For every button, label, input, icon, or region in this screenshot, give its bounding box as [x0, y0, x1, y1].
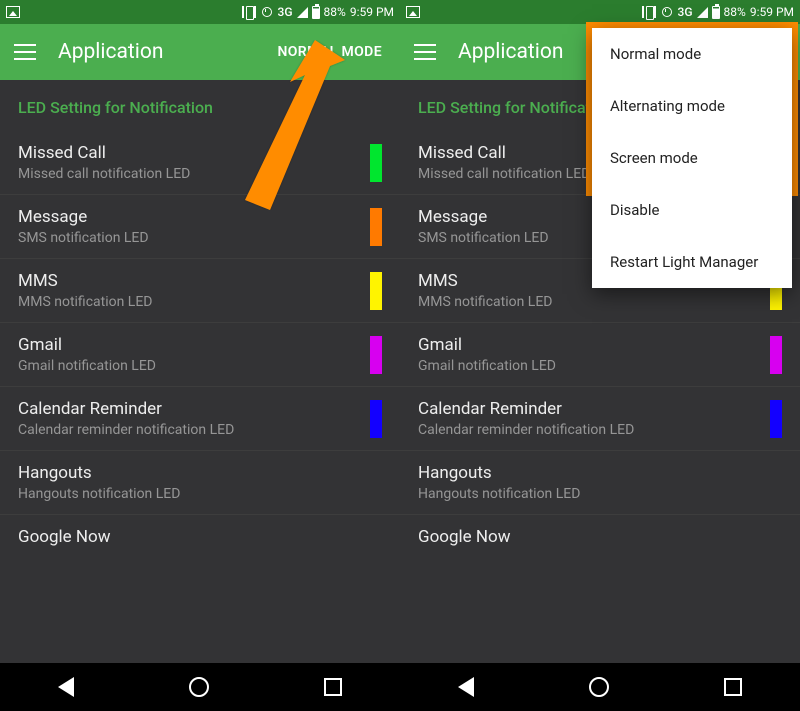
row-title: Missed Call	[18, 143, 362, 163]
nav-bar	[400, 663, 800, 711]
network-label: 3G	[278, 5, 293, 19]
clock-label: 9:59 PM	[750, 5, 794, 19]
nav-bar	[0, 663, 400, 711]
row-subtitle: Calendar reminder notification LED	[18, 422, 362, 438]
battery-icon	[312, 6, 320, 19]
menu-item-screen[interactable]: Screen mode	[592, 132, 792, 184]
row-subtitle: Missed call notification LED	[18, 166, 362, 182]
row-message[interactable]: Message SMS notification LED	[0, 195, 400, 259]
row-title: Gmail	[18, 335, 362, 355]
menu-item-alternating[interactable]: Alternating mode	[592, 80, 792, 132]
row-subtitle: Hangouts notification LED	[18, 486, 382, 502]
row-subtitle: Gmail notification LED	[418, 358, 762, 374]
row-calendar[interactable]: Calendar Reminder Calendar reminder noti…	[400, 387, 800, 451]
back-button[interactable]	[458, 677, 474, 697]
row-subtitle: SMS notification LED	[18, 230, 362, 246]
row-title: MMS	[18, 271, 362, 291]
menu-icon[interactable]	[414, 44, 436, 60]
row-title: Message	[18, 207, 362, 227]
app-title: Application	[58, 40, 277, 64]
settings-list[interactable]: LED Setting for Notification Missed Call…	[0, 80, 400, 663]
menu-item-normal[interactable]: Normal mode	[592, 28, 792, 80]
recent-button[interactable]	[724, 678, 742, 696]
color-swatch	[770, 336, 782, 374]
row-mms[interactable]: MMS MMS notification LED	[0, 259, 400, 323]
row-subtitle: MMS notification LED	[18, 294, 362, 310]
row-title: Hangouts	[18, 463, 382, 483]
home-button[interactable]	[189, 677, 209, 697]
color-swatch	[370, 400, 382, 438]
vibrate-icon	[642, 6, 656, 18]
row-calendar[interactable]: Calendar Reminder Calendar reminder noti…	[0, 387, 400, 451]
picture-icon	[6, 6, 20, 18]
row-title: Google Now	[418, 527, 782, 547]
battery-label: 88%	[324, 5, 346, 19]
menu-item-restart[interactable]: Restart Light Manager	[592, 236, 792, 288]
color-swatch	[370, 336, 382, 374]
row-title: Gmail	[418, 335, 762, 355]
row-gmail[interactable]: Gmail Gmail notification LED	[0, 323, 400, 387]
status-bar: 3G 88% 9:59 PM	[400, 0, 800, 24]
row-title: Hangouts	[418, 463, 782, 483]
alarm-icon	[660, 6, 674, 18]
recent-button[interactable]	[324, 678, 342, 696]
color-swatch	[370, 208, 382, 246]
row-hangouts[interactable]: Hangouts Hangouts notification LED	[400, 451, 800, 515]
row-google-now[interactable]: Google Now	[400, 515, 800, 562]
color-swatch	[370, 144, 382, 182]
network-label: 3G	[678, 5, 693, 19]
mode-button[interactable]: NORMAL MODE	[277, 44, 382, 60]
signal-icon	[297, 7, 308, 18]
row-title: Calendar Reminder	[418, 399, 762, 419]
row-subtitle: Gmail notification LED	[18, 358, 362, 374]
picture-icon	[406, 6, 420, 18]
menu-icon[interactable]	[14, 44, 36, 60]
phone-right: 3G 88% 9:59 PM Application X LED Setting…	[400, 0, 800, 711]
battery-label: 88%	[724, 5, 746, 19]
home-button[interactable]	[589, 677, 609, 697]
row-hangouts[interactable]: Hangouts Hangouts notification LED	[0, 451, 400, 515]
status-bar: 3G 88% 9:59 PM	[0, 0, 400, 24]
back-button[interactable]	[58, 677, 74, 697]
app-bar: Application NORMAL MODE	[0, 24, 400, 80]
menu-item-disable[interactable]: Disable	[592, 184, 792, 236]
color-swatch	[370, 272, 382, 310]
row-subtitle: Hangouts notification LED	[418, 486, 782, 502]
alarm-icon	[260, 6, 274, 18]
vibrate-icon	[242, 6, 256, 18]
section-header: LED Setting for Notification	[0, 80, 400, 131]
color-swatch	[770, 400, 782, 438]
clock-label: 9:59 PM	[350, 5, 394, 19]
row-title: Calendar Reminder	[18, 399, 362, 419]
phone-left: 3G 88% 9:59 PM Application NORMAL MODE L…	[0, 0, 400, 711]
row-gmail[interactable]: Gmail Gmail notification LED	[400, 323, 800, 387]
row-subtitle: Calendar reminder notification LED	[418, 422, 762, 438]
mode-menu: Normal mode Alternating mode Screen mode…	[592, 28, 792, 288]
battery-icon	[712, 6, 720, 19]
row-title: Google Now	[18, 527, 382, 547]
signal-icon	[697, 7, 708, 18]
row-missed-call[interactable]: Missed Call Missed call notification LED	[0, 131, 400, 195]
row-google-now[interactable]: Google Now	[0, 515, 400, 562]
row-subtitle: MMS notification LED	[418, 294, 762, 310]
